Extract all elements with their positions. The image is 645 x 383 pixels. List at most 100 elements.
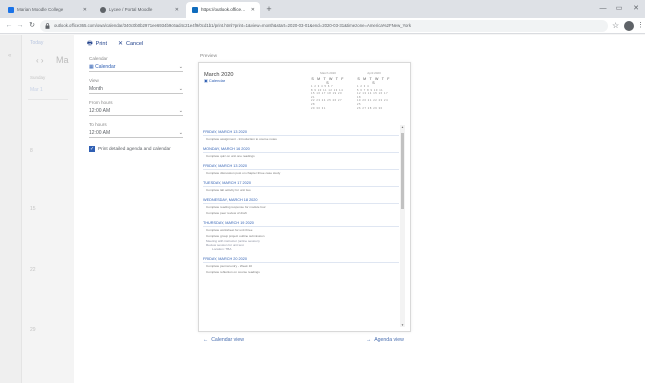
- scroll-down-icon[interactable]: ▼: [400, 323, 405, 327]
- agenda-day-header: FRIDAY, MARCH 13 2020: [203, 129, 399, 136]
- agenda-day: TUESDAY, MARCH 17 2020 Complete lab acti…: [203, 180, 399, 193]
- agenda-day: FRIDAY, MARCH 20 2020 Complete journal e…: [203, 256, 399, 275]
- background-row-label: 22: [30, 267, 36, 273]
- calendar-select-value: Calendar: [95, 64, 116, 70]
- background-collapse-icon: «: [8, 53, 12, 59]
- view-field-label: View: [89, 78, 99, 83]
- agenda-day-header: FRIDAY, MARCH 20 2020: [203, 256, 399, 263]
- agenda-event: Complete quiz on unit one readings: [206, 154, 255, 158]
- agenda-day-header: WEDNESDAY, MARCH 18 2020: [203, 197, 399, 204]
- print-preview-page: March 2020 ▣ Calendar March 2020 S M T W…: [198, 62, 411, 332]
- calendar-view-link[interactable]: ← Calendar view: [200, 337, 244, 343]
- agenda-day: THURSDAY, MARCH 19 2020 Complete workshe…: [203, 220, 399, 252]
- print-toolbar: 🖶 Print ✕ Cancel: [74, 35, 645, 53]
- browser-tab-1[interactable]: Marian Moodle College ✕: [2, 2, 92, 18]
- background-grid: [28, 99, 68, 379]
- tab-favicon-icon: [100, 7, 106, 13]
- background-row-label: 8: [30, 148, 33, 154]
- agenda-event: Complete discussion post on chapter thre…: [206, 171, 281, 175]
- tab-title: Lycee / Portal Moodle: [109, 7, 153, 12]
- agenda-day: FRIDAY, MARCH 13 2020 Complete discussio…: [203, 163, 399, 176]
- background-weekday-label: Sunday: [30, 75, 46, 80]
- address-bar[interactable]: outlook.office365.com/owa/calendar/340c0…: [40, 20, 608, 32]
- maximize-icon[interactable]: ▭: [611, 0, 627, 18]
- to-hours-select[interactable]: 12:00 AM ⌄: [89, 128, 183, 138]
- to-hours-label: To hours: [89, 122, 107, 127]
- lock-icon: [45, 23, 50, 29]
- tab-title: Marian Moodle College: [17, 7, 64, 12]
- bookmark-star-icon[interactable]: ☆: [612, 18, 619, 34]
- browser-menu-icon[interactable]: ⋮: [637, 18, 644, 34]
- mini-month-title: April 2020: [367, 71, 381, 75]
- minimize-icon[interactable]: —: [595, 0, 611, 18]
- printer-icon: 🖶: [87, 41, 93, 47]
- preview-calendar-name-text: Calendar: [208, 78, 226, 83]
- mini-month-april: April 2020 S M T W T F S 1 2 3 4 5 6 7 8…: [357, 71, 391, 110]
- reload-icon[interactable]: ↻: [26, 18, 38, 34]
- arrow-right-icon: →: [366, 337, 372, 343]
- chevron-down-icon: ⌄: [178, 64, 183, 70]
- browser-toolbar: ← → ↻ outlook.office365.com/owa/calendar…: [0, 18, 645, 34]
- preview-label: Preview: [200, 54, 218, 59]
- background-month-title: Ma: [56, 55, 69, 65]
- to-hours-value: 12:00 AM: [89, 130, 111, 136]
- agenda-event-location: Location: TBA: [212, 247, 232, 252]
- agenda-view-link[interactable]: → Agenda view: [363, 337, 404, 343]
- background-today-button: Today: [30, 40, 44, 46]
- mini-month-row: 29 30 31: [311, 106, 326, 110]
- background-row-label: 29: [30, 327, 36, 333]
- agenda-event: Complete peer review of draft: [206, 211, 247, 215]
- profile-avatar-icon[interactable]: [624, 21, 634, 31]
- new-tab-plus-icon[interactable]: +: [262, 2, 276, 16]
- scroll-up-icon[interactable]: ▲: [400, 125, 405, 129]
- background-row-label: 15: [30, 206, 36, 212]
- mini-month-row: 26 27 28 29 30: [357, 106, 383, 110]
- chevron-down-icon: ⌄: [178, 108, 183, 114]
- url-text: outlook.office365.com/owa/calendar/340c0…: [54, 23, 412, 28]
- print-button-label: Print: [95, 41, 107, 47]
- detailed-agenda-checkbox[interactable]: ✓: [89, 146, 95, 152]
- browser-tab-2[interactable]: Lycee / Portal Moodle ✕: [94, 2, 184, 18]
- tab-close-icon[interactable]: ✕: [83, 2, 87, 18]
- cancel-button[interactable]: ✕ Cancel: [118, 35, 143, 53]
- from-hours-label: From hours: [89, 100, 113, 105]
- agenda-day: MONDAY, MARCH 16 2020 Complete quiz on u…: [203, 146, 399, 159]
- tab-favicon-icon: [8, 7, 14, 13]
- preview-calendar-name: ▣ Calendar: [204, 78, 225, 83]
- agenda-event: Complete assignment - Introduction to co…: [206, 137, 277, 141]
- agenda-event: Complete reflection on course readings: [206, 269, 260, 274]
- agenda-view-label: Agenda view: [374, 337, 404, 343]
- preview-agenda-list[interactable]: FRIDAY, MARCH 13 2020 Complete assignmen…: [203, 125, 399, 327]
- view-select-value: Month: [89, 86, 103, 92]
- browser-tab-3-active[interactable]: https://outlook.office365.com/calendar ✕: [186, 2, 260, 18]
- print-button[interactable]: 🖶 Print: [87, 35, 107, 53]
- chevron-down-icon: ⌄: [178, 86, 183, 92]
- chevron-down-icon: ⌄: [178, 130, 183, 136]
- window-close-icon[interactable]: ✕: [628, 0, 644, 18]
- agenda-day-header: THURSDAY, MARCH 19 2020: [203, 220, 399, 227]
- mini-month-weekdays: S M T W T F S: [311, 77, 345, 85]
- tab-close-icon[interactable]: ✕: [175, 2, 179, 18]
- forward-arrow-icon[interactable]: →: [14, 18, 26, 34]
- scrollbar-thumb[interactable]: [401, 133, 404, 209]
- browser-tab-strip: Marian Moodle College ✕ Lycee / Portal M…: [0, 0, 645, 18]
- from-hours-select[interactable]: 12:00 AM ⌄: [89, 106, 183, 116]
- agenda-day-header: MONDAY, MARCH 16 2020: [203, 146, 399, 153]
- detailed-agenda-label: Print detailed agenda and calendar: [98, 146, 171, 151]
- view-select[interactable]: Month ⌄: [89, 84, 183, 94]
- cancel-button-label: Cancel: [126, 41, 144, 47]
- tab-title: https://outlook.office365.com/calendar: [201, 7, 246, 12]
- background-row-label: Mar 1: [30, 87, 43, 93]
- from-hours-value: 12:00 AM: [89, 108, 111, 114]
- preview-scrollbar[interactable]: ▲ ▼: [400, 125, 405, 327]
- agenda-event: Complete lab activity for unit two: [206, 188, 251, 192]
- tab-close-icon[interactable]: ✕: [251, 2, 255, 18]
- tab-favicon-icon: [192, 7, 198, 13]
- calendar-select[interactable]: ▦ Calendar ⌄: [89, 62, 183, 72]
- print-dialog: 🖶 Print ✕ Cancel Calendar ▦ Calendar ⌄ Vie…: [74, 35, 645, 383]
- agenda-day: WEDNESDAY, MARCH 18 2020 Complete readin…: [203, 197, 399, 216]
- agenda-day-header: TUESDAY, MARCH 17 2020: [203, 180, 399, 187]
- mini-month-row: 19 20 21 22 23 24 25: [357, 99, 389, 106]
- agenda-day-header: FRIDAY, MARCH 13 2020: [203, 163, 399, 170]
- background-nav-arrows: ‹ ›: [36, 56, 44, 65]
